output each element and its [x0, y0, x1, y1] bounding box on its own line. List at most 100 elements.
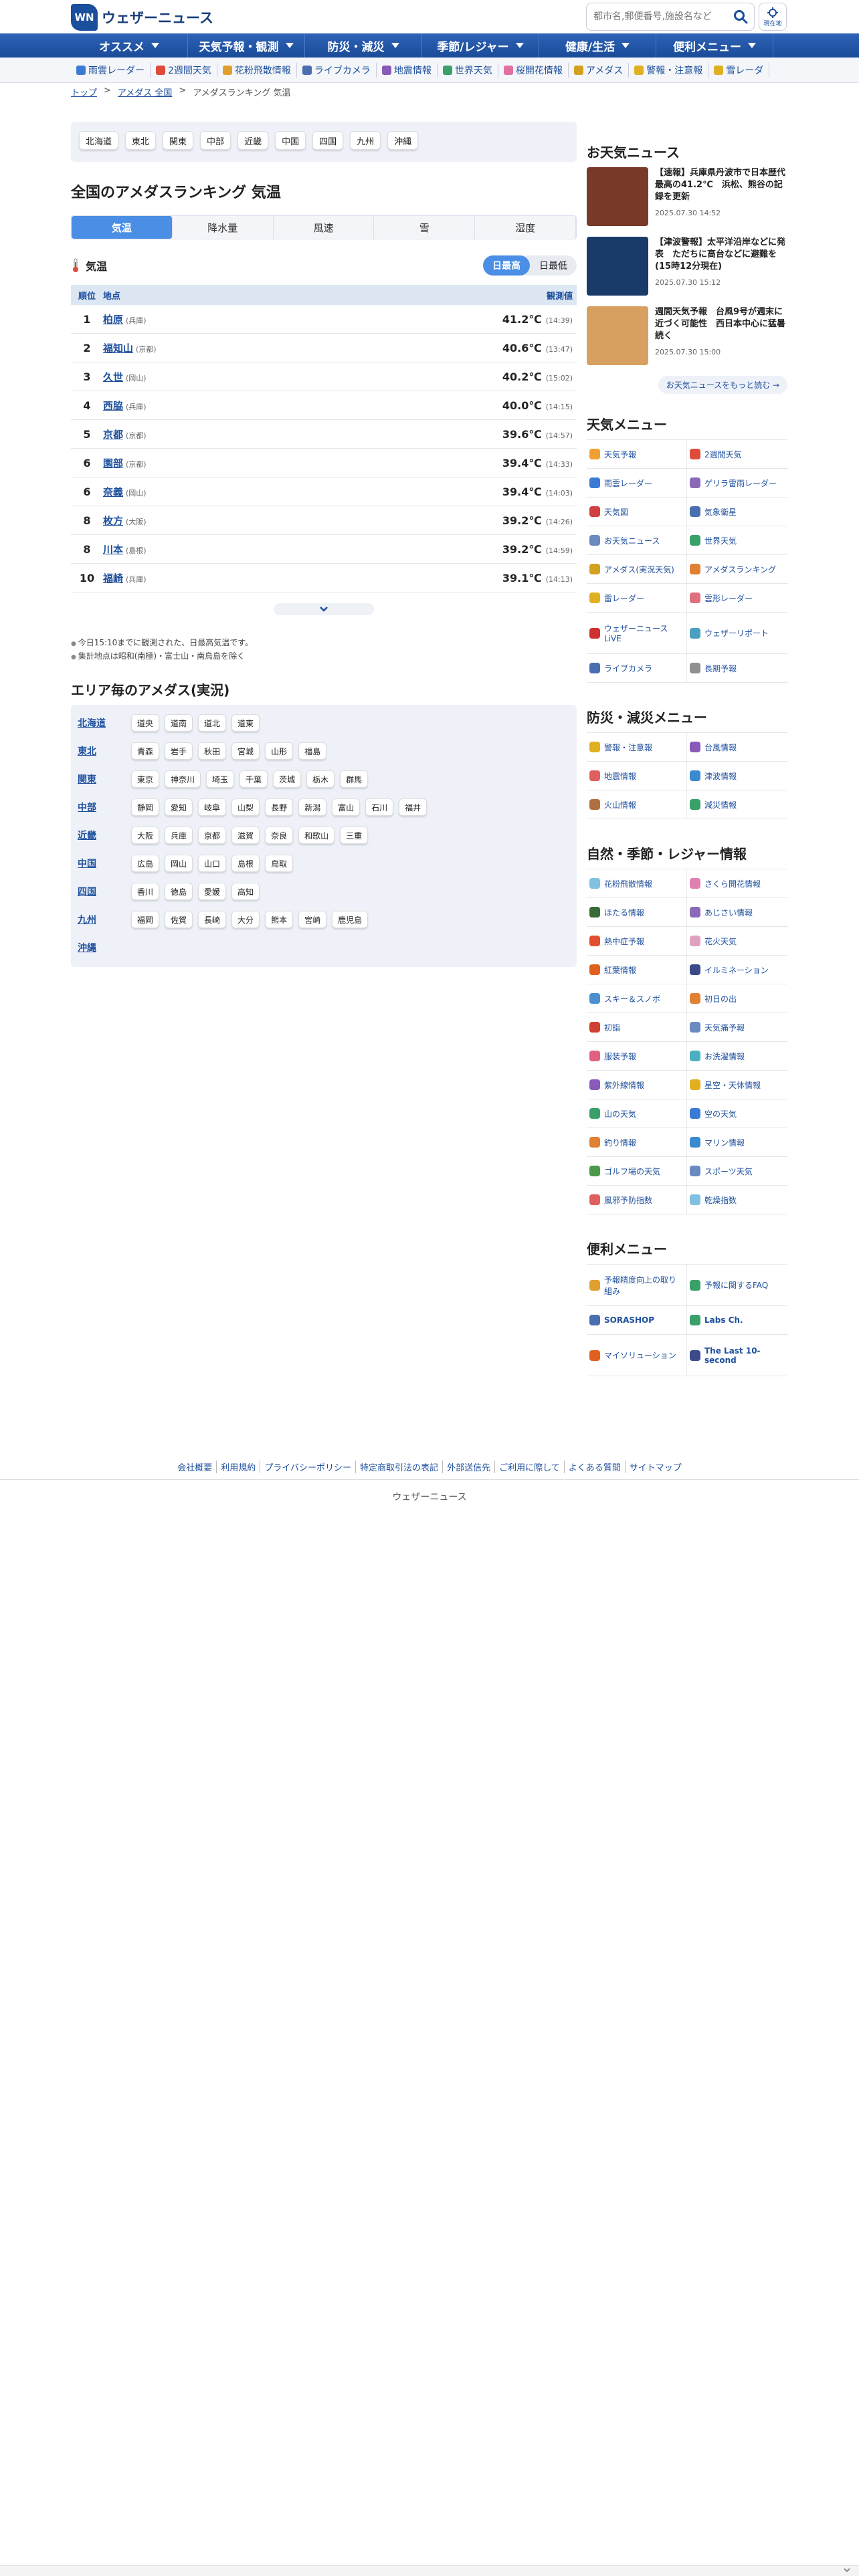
chevron-down-icon[interactable] — [843, 2567, 851, 2574]
region-chip[interactable]: 関東 — [163, 131, 194, 150]
breadcrumb-amedas[interactable]: アメダス 全国 — [118, 86, 172, 98]
menu-item[interactable]: 初詣 — [587, 1013, 687, 1042]
prefecture-chip[interactable]: 熊本 — [265, 911, 294, 928]
prefecture-chip[interactable]: 埼玉 — [206, 770, 235, 788]
menu-item[interactable]: 津波情報 — [687, 762, 787, 790]
nav-forecast[interactable]: 天気予報・観測 — [188, 33, 305, 58]
toggle-daily-high[interactable]: 日最高 — [483, 255, 530, 276]
menu-item[interactable]: 予報精度向上の取り組み — [587, 1265, 687, 1306]
nav-season[interactable]: 季節/レジャー — [422, 33, 539, 58]
area-link[interactable]: 関東 — [78, 774, 96, 785]
area-link[interactable]: 近畿 — [78, 831, 96, 841]
area-link[interactable]: 四国 — [78, 887, 96, 897]
news-item[interactable]: 週間天気予報 台風9号が週末に近づく可能性 西日本中心に猛暑続く 2025.07.… — [587, 306, 787, 370]
prefecture-chip[interactable]: 京都 — [198, 827, 227, 844]
menu-item[interactable]: ほたる情報 — [587, 898, 687, 927]
prefecture-chip[interactable]: 富山 — [332, 798, 361, 816]
menu-item[interactable]: The Last 10-second — [687, 1335, 787, 1376]
prefecture-chip[interactable]: 島根 — [231, 855, 260, 872]
menu-item[interactable]: 山の天気 — [587, 1099, 687, 1128]
region-chip[interactable]: 近畿 — [237, 131, 269, 150]
prefecture-chip[interactable]: 福井 — [399, 798, 427, 816]
prefecture-chip[interactable]: 静岡 — [131, 798, 160, 816]
more-news-link[interactable]: お天気ニュースをもっと読む → — [658, 376, 787, 394]
footer-link[interactable]: サイトマップ — [626, 1461, 686, 1473]
prefecture-chip[interactable]: 長野 — [265, 798, 294, 816]
footer-link[interactable]: 会社概要 — [173, 1461, 217, 1473]
menu-item[interactable]: 紫外線情報 — [587, 1071, 687, 1099]
show-more-button[interactable] — [274, 603, 374, 615]
prefecture-chip[interactable]: 千葉 — [240, 770, 268, 788]
prefecture-chip[interactable]: 香川 — [131, 883, 160, 900]
prefecture-chip[interactable]: 群馬 — [340, 770, 369, 788]
place-link[interactable]: 京都 — [103, 427, 123, 441]
region-chip[interactable]: 中国 — [275, 131, 306, 150]
prefecture-chip[interactable]: 山口 — [198, 855, 227, 872]
menu-item[interactable]: 花火天気 — [687, 927, 787, 956]
prefecture-chip[interactable]: 三重 — [340, 827, 369, 844]
menu-item[interactable]: 警報・注意報 — [587, 733, 687, 762]
subnav-item[interactable]: 雨雲レーダー — [71, 62, 151, 78]
news-item[interactable]: 【津波警報】太平洋沿岸などに発表 ただちに高台などに避難を (15時12分現在)… — [587, 237, 787, 301]
area-link[interactable]: 中国 — [78, 859, 96, 869]
menu-item[interactable]: イルミネーション — [687, 956, 787, 984]
prefecture-chip[interactable]: 長崎 — [198, 911, 227, 928]
prefecture-chip[interactable]: 高知 — [231, 883, 260, 900]
menu-item[interactable]: アメダス(実況天気) — [587, 555, 687, 584]
menu-item[interactable]: お天気ニュース — [587, 526, 687, 555]
menu-item[interactable]: SORASHOP — [587, 1306, 687, 1335]
prefecture-chip[interactable]: 道南 — [165, 714, 193, 732]
prefecture-chip[interactable]: 道北 — [198, 714, 227, 732]
prefecture-chip[interactable]: 広島 — [131, 855, 160, 872]
menu-item[interactable]: 火山情報 — [587, 790, 687, 819]
region-chip[interactable]: 北海道 — [79, 131, 119, 150]
prefecture-chip[interactable]: 新潟 — [298, 798, 327, 816]
prefecture-chip[interactable]: 宮城 — [231, 742, 260, 760]
subnav-item[interactable]: 2週間天気 — [151, 62, 217, 78]
news-item[interactable]: 【速報】兵庫県丹波市で日本歴代最高の41.2℃ 浜松、熊谷の記録を更新 2025.… — [587, 167, 787, 231]
prefecture-chip[interactable]: 愛媛 — [198, 883, 227, 900]
footer-link[interactable]: 利用規約 — [217, 1461, 261, 1473]
menu-item[interactable]: スポーツ天気 — [687, 1157, 787, 1186]
subnav-item[interactable]: 雪レーダ — [708, 62, 770, 78]
subnav-item[interactable]: 花粉飛散情報 — [217, 62, 297, 78]
prefecture-chip[interactable]: 栃木 — [306, 770, 335, 788]
prefecture-chip[interactable]: 福岡 — [131, 911, 160, 928]
menu-item[interactable]: マイソリューション — [587, 1335, 687, 1376]
area-link[interactable]: 九州 — [78, 915, 96, 926]
tab-0[interactable]: 気温 — [72, 216, 173, 239]
menu-item[interactable]: Labs Ch. — [687, 1306, 787, 1335]
nav-benri[interactable]: 便利メニュー — [656, 33, 773, 58]
place-link[interactable]: 久世 — [103, 370, 123, 384]
menu-item[interactable]: 気象衛星 — [687, 498, 787, 526]
menu-item[interactable]: ウェザーニュースLiVE — [587, 613, 687, 654]
menu-item[interactable]: 乾燥指数 — [687, 1186, 787, 1214]
prefecture-chip[interactable]: 神奈川 — [165, 770, 201, 788]
prefecture-chip[interactable]: 岐阜 — [198, 798, 227, 816]
nav-bousai[interactable]: 防災・減災 — [305, 33, 422, 58]
place-link[interactable]: 福知山 — [103, 341, 133, 355]
prefecture-chip[interactable]: 和歌山 — [298, 827, 335, 844]
region-chip[interactable]: 東北 — [125, 131, 157, 150]
menu-item[interactable]: ゲリラ雷雨レーダー — [687, 469, 787, 498]
area-link[interactable]: 北海道 — [78, 718, 106, 729]
tab-1[interactable]: 降水量 — [173, 216, 274, 239]
prefecture-chip[interactable]: 兵庫 — [165, 827, 193, 844]
menu-item[interactable]: ウェザーリポート — [687, 613, 787, 654]
menu-item[interactable]: 長期予報 — [687, 654, 787, 683]
place-link[interactable]: 枚方 — [103, 514, 123, 528]
place-link[interactable]: 川本 — [103, 542, 123, 556]
prefecture-chip[interactable]: 宮崎 — [298, 911, 327, 928]
prefecture-chip[interactable]: 青森 — [131, 742, 160, 760]
place-link[interactable]: 奈義 — [103, 485, 123, 499]
prefecture-chip[interactable]: 滋賀 — [231, 827, 260, 844]
subnav-item[interactable]: 警報・注意報 — [629, 62, 709, 78]
menu-item[interactable]: 花粉飛散情報 — [587, 869, 687, 898]
prefecture-chip[interactable]: 奈良 — [265, 827, 294, 844]
region-chip[interactable]: 四国 — [312, 131, 344, 150]
menu-item[interactable]: 紅葉情報 — [587, 956, 687, 984]
prefecture-chip[interactable]: 岩手 — [165, 742, 193, 760]
menu-item[interactable]: 減災情報 — [687, 790, 787, 819]
prefecture-chip[interactable]: 徳島 — [165, 883, 193, 900]
menu-item[interactable]: お洗濯情報 — [687, 1042, 787, 1071]
